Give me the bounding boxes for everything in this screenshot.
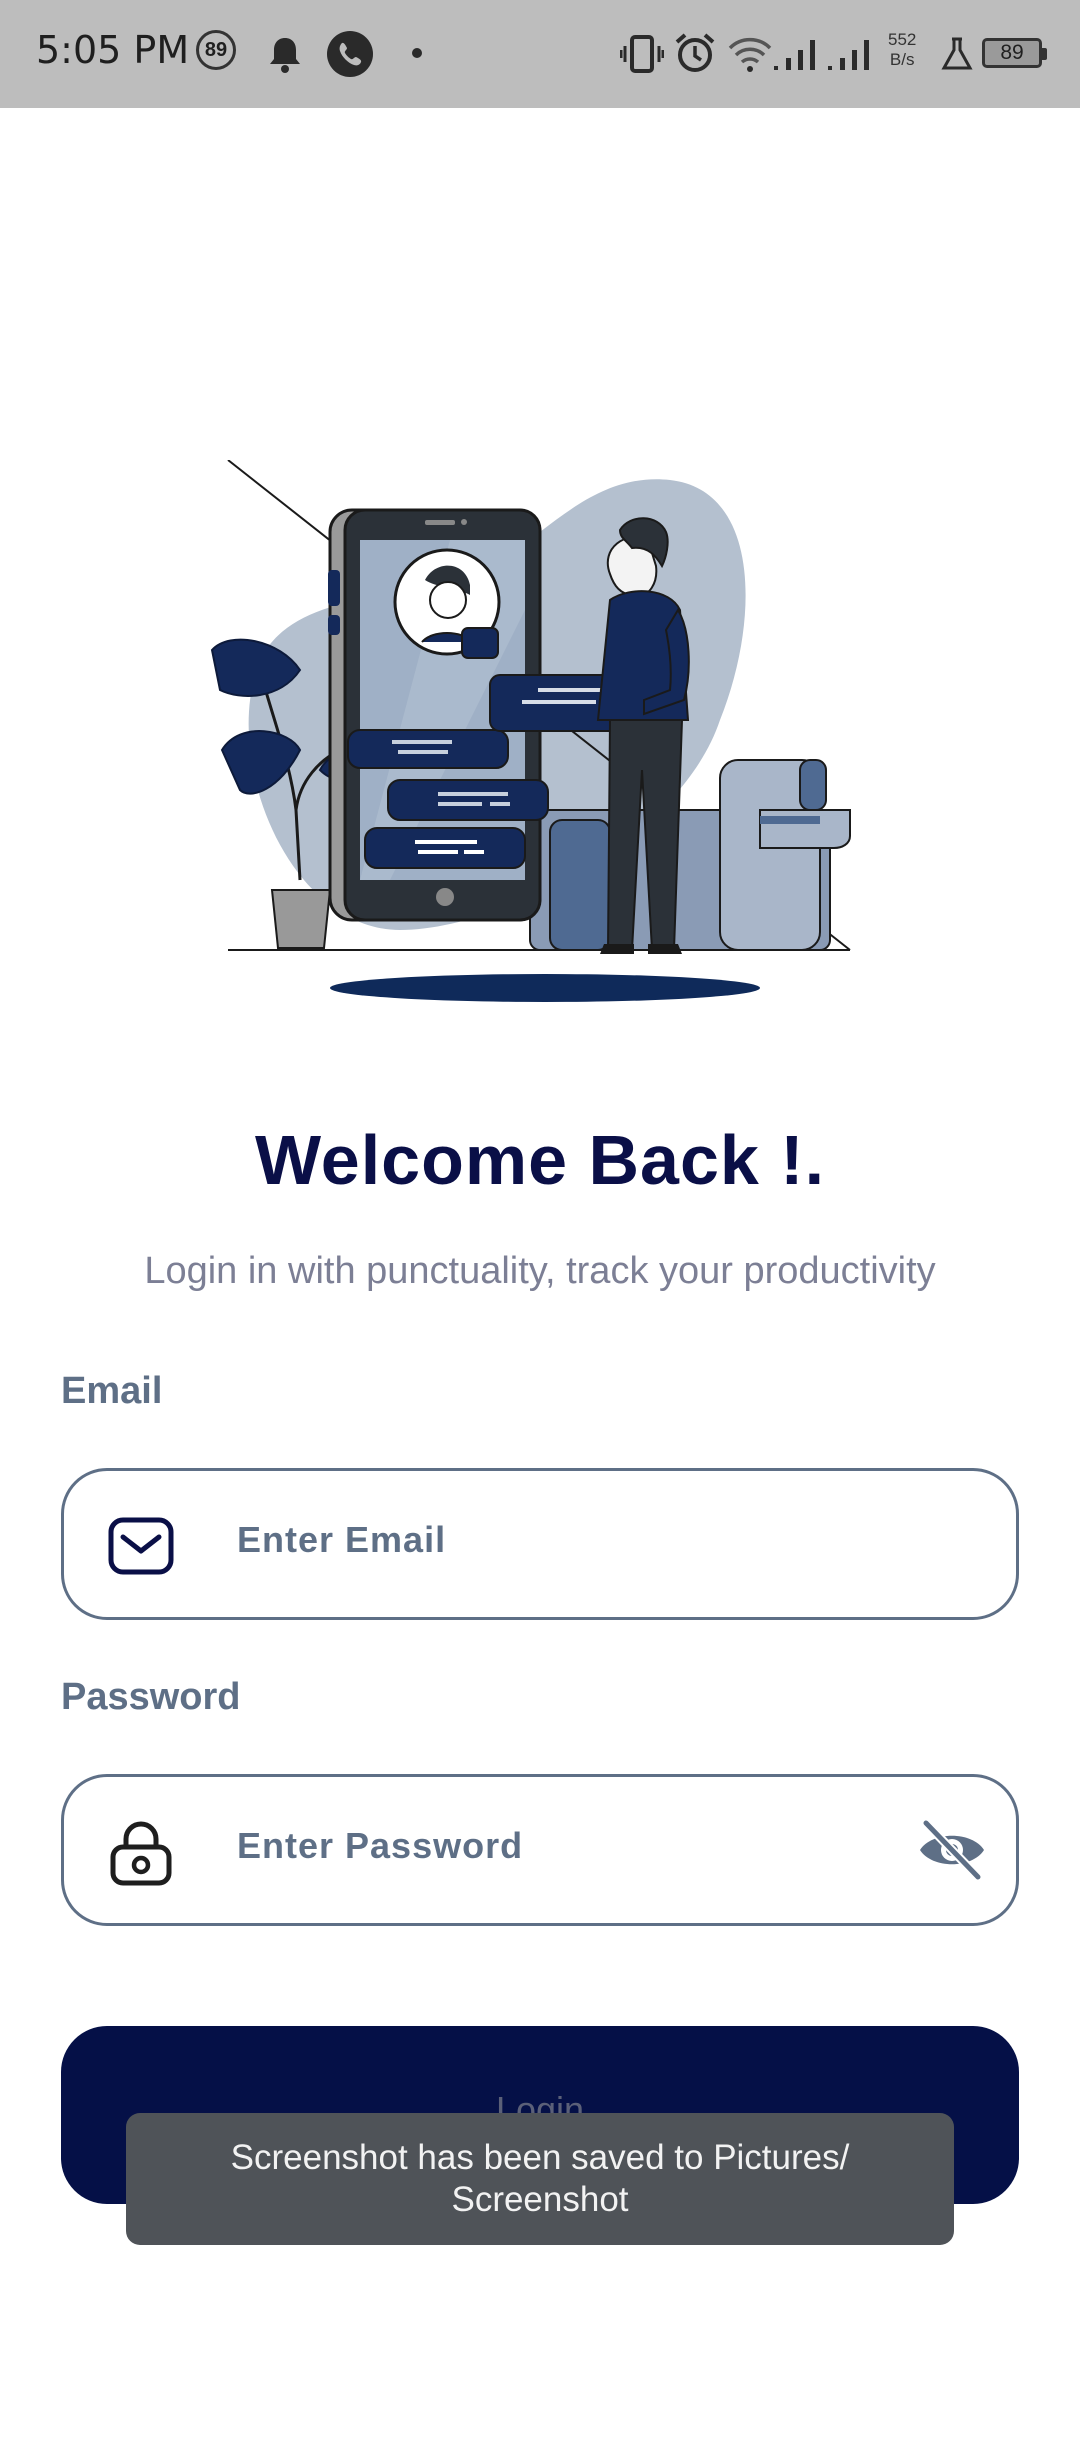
password-field[interactable]: Enter Password — [61, 1774, 1019, 1926]
toast-message: Screenshot has been saved to Pictures/ S… — [126, 2113, 954, 2245]
lock-icon — [110, 1821, 172, 1886]
vibrate-icon — [620, 35, 664, 73]
dot-icon — [412, 48, 422, 58]
email-label: Email — [61, 1370, 163, 1412]
alarm-icon — [675, 33, 715, 72]
status-time: 5:05 PM — [36, 28, 190, 72]
mail-icon — [108, 1517, 174, 1575]
toast-text: Screenshot has been saved to Pictures/ S… — [230, 2138, 850, 2219]
password-placeholder: Enter Password — [237, 1825, 524, 1866]
eye-off-icon[interactable] — [916, 1817, 988, 1883]
wifi-icon — [728, 37, 772, 72]
notification-badge-icon: 89 — [196, 30, 236, 70]
flask-icon — [941, 37, 973, 70]
email-field[interactable]: Enter Email — [61, 1468, 1019, 1620]
email-placeholder: Enter Email — [237, 1519, 447, 1560]
password-label: Password — [61, 1676, 241, 1718]
signal-icon — [774, 40, 815, 70]
page-title: Welcome Back !. — [254, 1121, 826, 1199]
page-subtitle: Login in with punctuality, track your pr… — [144, 1250, 936, 1292]
login-illustration — [210, 460, 851, 1002]
net-speed-value: 552 — [888, 30, 917, 49]
battery-level: 89 — [1000, 41, 1024, 64]
net-speed: 552 B/s — [888, 30, 916, 70]
phone-call-icon — [327, 31, 373, 77]
battery-icon: 89 — [982, 38, 1047, 68]
net-speed-unit: B/s — [889, 50, 915, 69]
status-bar: 5:05 PM 89 552 B/s 89 — [0, 0, 1080, 108]
signal-icon — [828, 40, 869, 70]
bell-icon — [270, 38, 300, 73]
